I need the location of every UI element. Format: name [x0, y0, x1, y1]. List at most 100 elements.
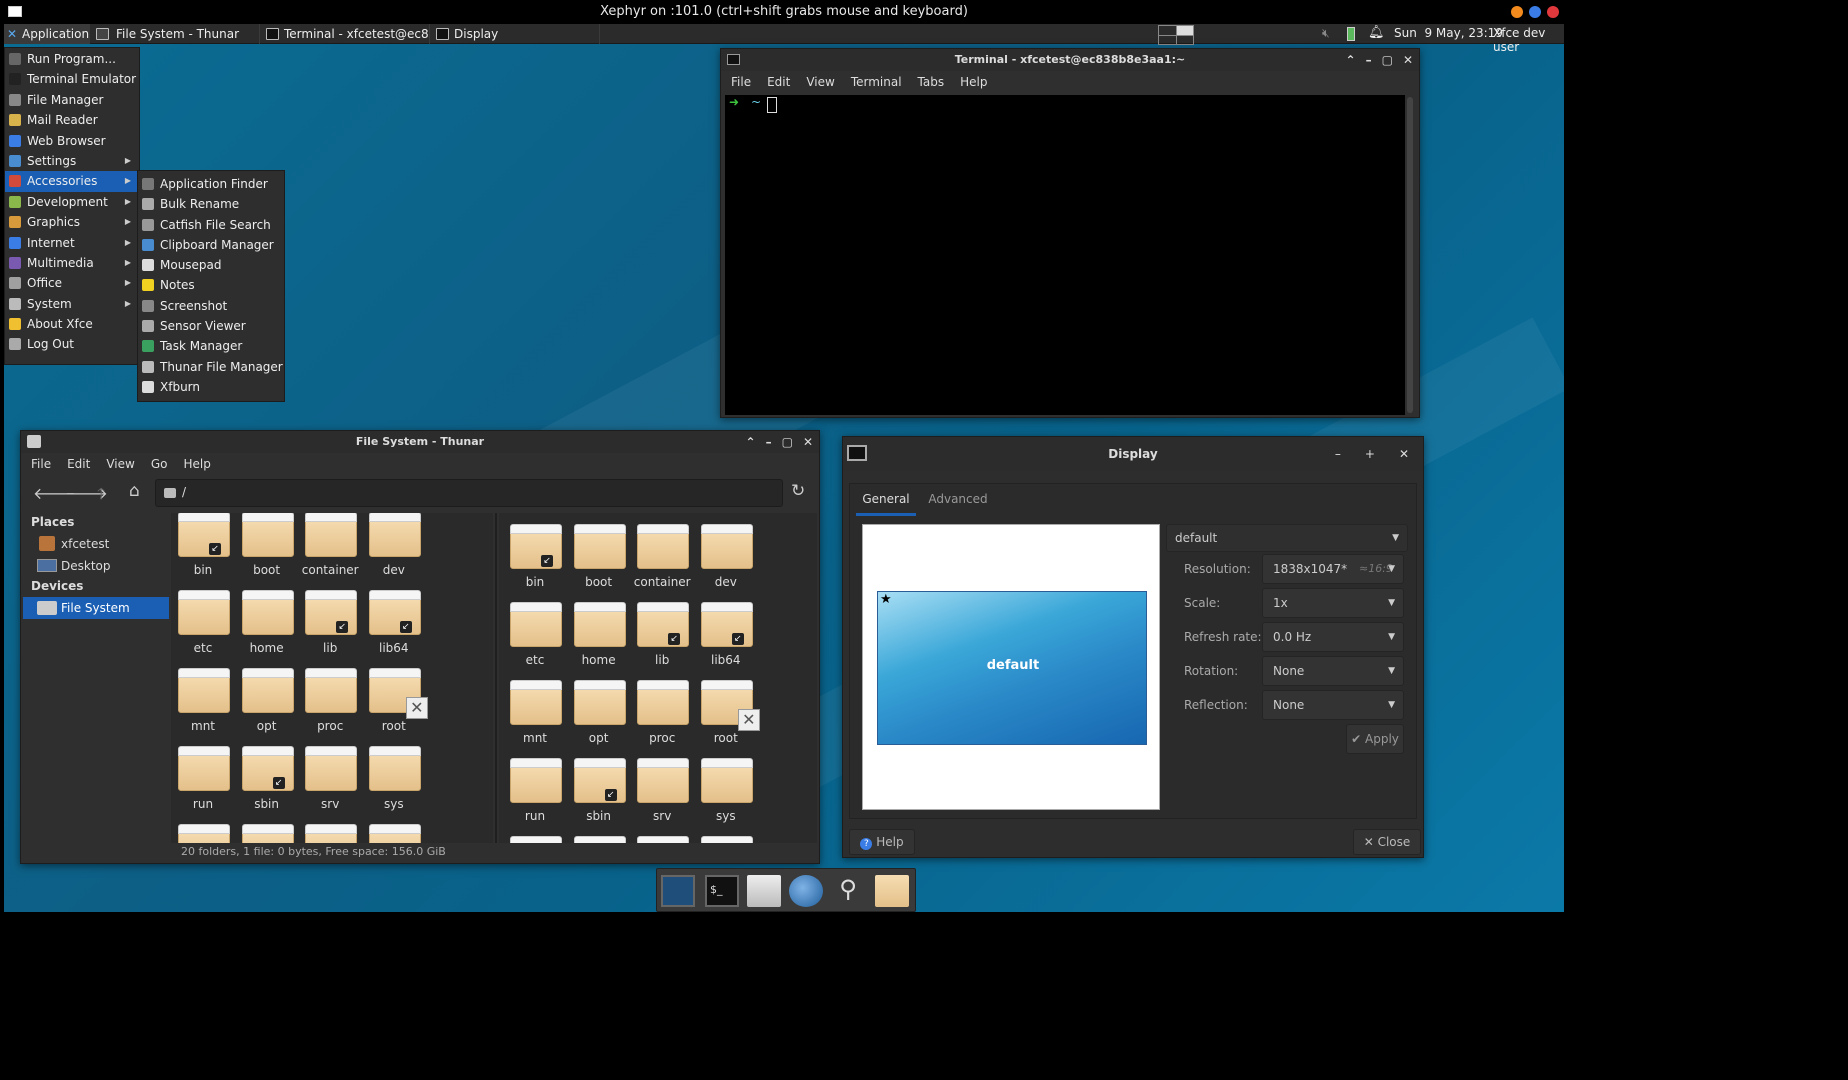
shade-icon[interactable]: ⌃ [746, 431, 756, 453]
scale-dropdown[interactable]: 1x ▼ [1262, 588, 1404, 618]
home-folder-icon[interactable] [747, 875, 781, 907]
folder-item[interactable]: ↙ bin [503, 524, 567, 603]
folder-item[interactable]: mnt [171, 668, 235, 747]
folder-item[interactable]: ✕ root [694, 680, 760, 759]
menu-go[interactable]: Go [151, 457, 168, 471]
folder-item[interactable]: run [171, 746, 235, 825]
maximize-icon[interactable]: ▢ [1382, 49, 1393, 71]
tab-advanced[interactable]: Advanced [926, 484, 990, 516]
taskbar-item-thunar[interactable]: File System - Thunar [90, 24, 260, 44]
refresh-rate-dropdown[interactable]: 0.0 Hz ▼ [1262, 622, 1404, 652]
app-menu-item[interactable]: Run Program... [5, 49, 139, 69]
folder-item[interactable]: etc [503, 602, 567, 681]
tab-general[interactable]: General [856, 484, 916, 516]
close-button[interactable]: ✕ Close [1353, 829, 1421, 855]
accessories-menu-item[interactable]: Thunar File Manager [138, 357, 284, 377]
folder-item-partial[interactable] [503, 836, 567, 843]
menu-view[interactable]: View [106, 457, 134, 471]
minimize-icon[interactable]: – [1335, 437, 1341, 471]
close-icon[interactable]: ✕ [803, 431, 813, 453]
app-menu-item[interactable]: File Manager [5, 90, 139, 110]
folder-item[interactable]: boot [567, 524, 631, 603]
menu-view[interactable]: View [806, 75, 834, 89]
menu-help[interactable]: Help [183, 457, 210, 471]
app-menu-item[interactable]: Graphics ▶ [5, 212, 139, 232]
folder-item[interactable]: container [630, 524, 694, 603]
folder-item[interactable]: etc [171, 590, 235, 669]
folder-icon[interactable] [875, 875, 909, 907]
accessories-menu-item[interactable]: Notes [138, 275, 284, 295]
pane-splitter[interactable] [495, 513, 497, 843]
location-bar[interactable]: / [155, 479, 783, 507]
minimize-icon[interactable]: – [766, 431, 772, 453]
user-name[interactable]: Xfce dev user [1493, 26, 1564, 54]
web-browser-icon[interactable] [789, 875, 823, 907]
terminal-scrollbar[interactable] [1407, 97, 1413, 413]
folder-item[interactable]: ↙ bin [171, 513, 235, 591]
close-icon[interactable]: ✕ [1403, 49, 1413, 71]
app-menu-item[interactable]: Mail Reader [5, 110, 139, 130]
app-menu-item[interactable]: Office ▶ [5, 273, 139, 293]
accessories-menu-item[interactable]: Mousepad [138, 255, 284, 275]
reload-icon[interactable]: ↻ [791, 481, 805, 501]
folder-item[interactable]: proc [630, 680, 694, 759]
app-menu-item[interactable]: Development ▶ [5, 192, 139, 212]
folder-item-partial[interactable] [362, 824, 426, 843]
folder-item[interactable]: srv [630, 758, 694, 837]
show-desktop-icon[interactable] [661, 875, 695, 907]
folder-item[interactable]: sys [694, 758, 758, 837]
up-icon[interactable]: 🡑 [97, 483, 105, 510]
taskbar-item-display[interactable]: Display [430, 24, 600, 44]
place-desktop[interactable]: Desktop [37, 555, 167, 577]
app-menu-item[interactable]: Settings ▶ [5, 151, 139, 171]
accessories-menu-item[interactable]: Application Finder [138, 174, 284, 194]
menu-tabs[interactable]: Tabs [918, 75, 945, 89]
folder-item[interactable]: home [235, 590, 299, 669]
device-file-system[interactable]: File System [23, 597, 169, 619]
shade-icon[interactable]: ⌃ [1346, 49, 1356, 71]
maximize-icon[interactable]: ▢ [782, 431, 793, 453]
folder-item[interactable]: ↙ lib [298, 590, 362, 669]
terminal-area[interactable]: ➜ ~ [725, 95, 1405, 415]
taskbar-item-terminal[interactable]: Terminal - xfcetest@ec838... [260, 24, 430, 44]
folder-item[interactable]: mnt [503, 680, 567, 759]
folder-item[interactable]: opt [567, 680, 631, 759]
minimize-icon[interactable]: – [1366, 49, 1372, 71]
accessories-menu-item[interactable]: Xfburn [138, 377, 284, 397]
thunar-titlebar[interactable]: File System - Thunar ⌃ – ▢ ✕ [21, 431, 819, 453]
app-menu-item[interactable]: Terminal Emulator [5, 69, 139, 89]
reflection-dropdown[interactable]: None ▼ [1262, 690, 1404, 720]
accessories-menu-item[interactable]: Catfish File Search [138, 215, 284, 235]
app-menu-item[interactable]: System ▶ [5, 294, 139, 314]
accessories-menu-item[interactable]: Task Manager [138, 336, 284, 356]
app-menu-item[interactable]: Multimedia ▶ [5, 253, 139, 273]
search-icon[interactable]: ⚲ [831, 875, 865, 907]
terminal-icon[interactable]: $_ [705, 875, 739, 907]
folder-item[interactable]: proc [298, 668, 362, 747]
rotation-dropdown[interactable]: None ▼ [1262, 656, 1404, 686]
folder-item[interactable]: opt [235, 668, 299, 747]
terminal-titlebar[interactable]: Terminal - xfcetest@ec838b8e3aa1:~ ⌃ – ▢… [721, 49, 1419, 71]
folder-item[interactable]: container [298, 513, 362, 591]
volume-muted-icon[interactable]: 🔇︎ [1322, 26, 1330, 41]
folder-item-partial[interactable] [298, 824, 362, 843]
folder-item[interactable]: ↙ sbin [235, 746, 299, 825]
app-menu-item[interactable]: About Xfce [5, 314, 139, 334]
folder-item[interactable]: dev [694, 524, 758, 603]
notification-bell-icon[interactable]: 🔔︎ [1368, 25, 1385, 40]
menu-edit[interactable]: Edit [767, 75, 790, 89]
maximize-dot-icon[interactable] [1529, 6, 1541, 18]
minimize-dot-icon[interactable] [1511, 6, 1523, 18]
folder-item[interactable]: srv [298, 746, 362, 825]
folder-item[interactable]: ↙ lib [630, 602, 694, 681]
help-button[interactable]: ? Help [849, 829, 915, 855]
folder-item[interactable]: sys [362, 746, 426, 825]
accessories-menu-item[interactable]: Screenshot [138, 296, 284, 316]
folder-item-partial[interactable] [630, 836, 694, 843]
clock[interactable]: Sun 9 May, 23:19 [1394, 26, 1503, 40]
app-menu-item[interactable]: Internet ▶ [5, 233, 139, 253]
menu-file[interactable]: File [731, 75, 751, 89]
folder-item-partial[interactable] [235, 824, 299, 843]
folder-item[interactable]: run [503, 758, 567, 837]
workspace-switcher[interactable] [1158, 25, 1194, 45]
